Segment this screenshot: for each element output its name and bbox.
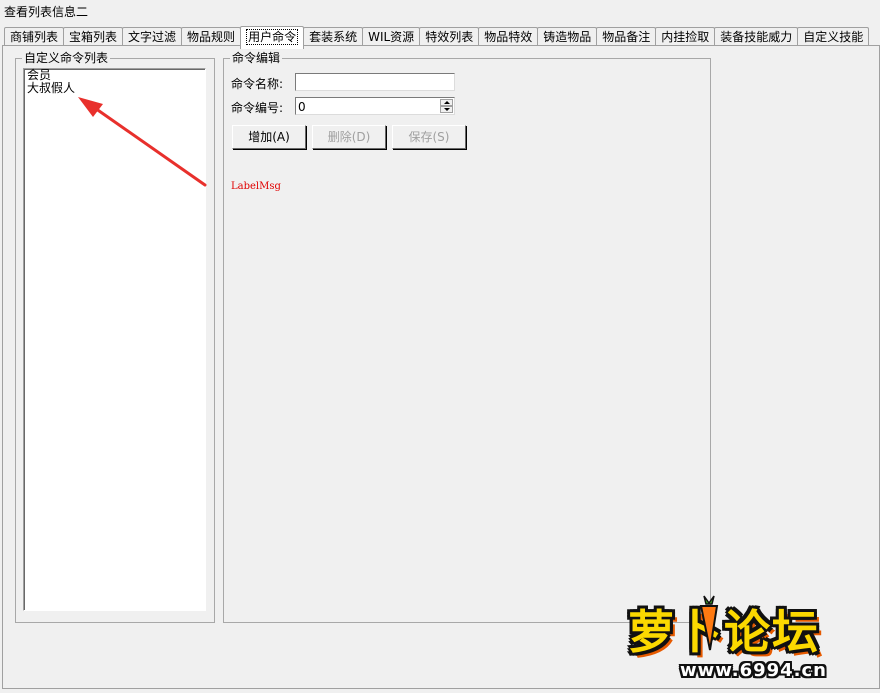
tab-forge-items[interactable]: 铸造物品: [537, 27, 598, 47]
custom-command-list-group: 自定义命令列表 会员 大叔假人: [15, 51, 215, 623]
command-number-value: 0: [298, 100, 306, 114]
chevron-down-icon: [444, 108, 450, 111]
tab-label: 文字过滤: [128, 30, 177, 44]
tab-item-rules[interactable]: 物品规则: [181, 27, 242, 47]
group-title: 自定义命令列表: [22, 51, 111, 65]
chevron-up-icon: [444, 101, 450, 104]
tab-label: 商铺列表: [10, 30, 59, 44]
tab-suit-system[interactable]: 套装系统: [303, 27, 364, 47]
spinner-buttons: [440, 99, 453, 113]
watermark-logo: 萝卜论坛: [628, 605, 820, 659]
tab-item-effects[interactable]: 物品特效: [478, 27, 539, 47]
tab-shop-list[interactable]: 商铺列表: [4, 27, 65, 47]
tab-label: 内挂捡取: [661, 30, 710, 44]
tab-label: 自定义技能: [803, 30, 864, 44]
watermark-url: www.6994.cn: [680, 660, 827, 681]
spin-up-button[interactable]: [440, 99, 453, 106]
tab-custom-skills[interactable]: 自定义技能: [797, 27, 870, 47]
tab-label: WIL资源: [368, 30, 415, 44]
delete-button[interactable]: 删除(D): [312, 125, 386, 149]
tab-label: 铸造物品: [543, 30, 592, 44]
title-bar: 查看列表信息二: [0, 0, 880, 22]
tab-strip: 商铺列表 宝箱列表 文字过滤 物品规则 用户命令 套装系统 WIL资源 特效列表 物品特效 铸造物…: [4, 24, 880, 49]
command-name-input[interactable]: [295, 73, 455, 91]
tab-equip-skill-power[interactable]: 装备技能威力: [714, 27, 799, 47]
tab-effect-list[interactable]: 特效列表: [419, 27, 480, 47]
command-listbox[interactable]: 会员 大叔假人: [23, 68, 206, 611]
add-button[interactable]: 增加(A): [232, 125, 306, 149]
command-number-spinner[interactable]: 0: [295, 97, 455, 115]
command-name-label: 命令名称:: [231, 77, 284, 91]
tab-user-commands[interactable]: 用户命令: [240, 26, 305, 49]
tab-label: 套装系统: [309, 30, 358, 44]
command-number-label: 命令编号:: [231, 101, 284, 115]
tab-label: 宝箱列表: [69, 30, 118, 44]
tab-label: 装备技能威力: [720, 30, 793, 44]
tab-label: 物品特效: [484, 30, 533, 44]
tab-label: 特效列表: [425, 30, 474, 44]
tab-text-filter[interactable]: 文字过滤: [122, 27, 183, 47]
window-title: 查看列表信息二: [4, 5, 89, 19]
tab-chest-list[interactable]: 宝箱列表: [63, 27, 124, 47]
save-button[interactable]: 保存(S): [392, 125, 466, 149]
spin-down-button[interactable]: [440, 106, 453, 113]
tab-page-user-commands: 自定义命令列表 会员 大叔假人 命令编辑 命令名称: 命令编号: 0 增加(A)…: [2, 45, 880, 689]
list-item[interactable]: 大叔假人: [24, 82, 205, 95]
command-edit-group: 命令编辑 命令名称: 命令编号: 0 增加(A) 删除(D) 保存(S) Lab…: [223, 51, 711, 623]
tab-auto-pickup[interactable]: 内挂捡取: [655, 27, 716, 47]
tab-label: 物品备注: [602, 30, 651, 44]
status-message: LabelMsg: [231, 181, 281, 192]
tab-item-notes[interactable]: 物品备注: [596, 27, 657, 47]
carrot-icon: [699, 595, 719, 651]
tab-label: 用户命令: [246, 29, 299, 45]
watermark: 萝卜论坛 www.6994.cn: [628, 595, 868, 688]
group-title: 命令编辑: [230, 51, 283, 65]
tab-wil-resources[interactable]: WIL资源: [362, 27, 421, 47]
tab-label: 物品规则: [187, 30, 236, 44]
